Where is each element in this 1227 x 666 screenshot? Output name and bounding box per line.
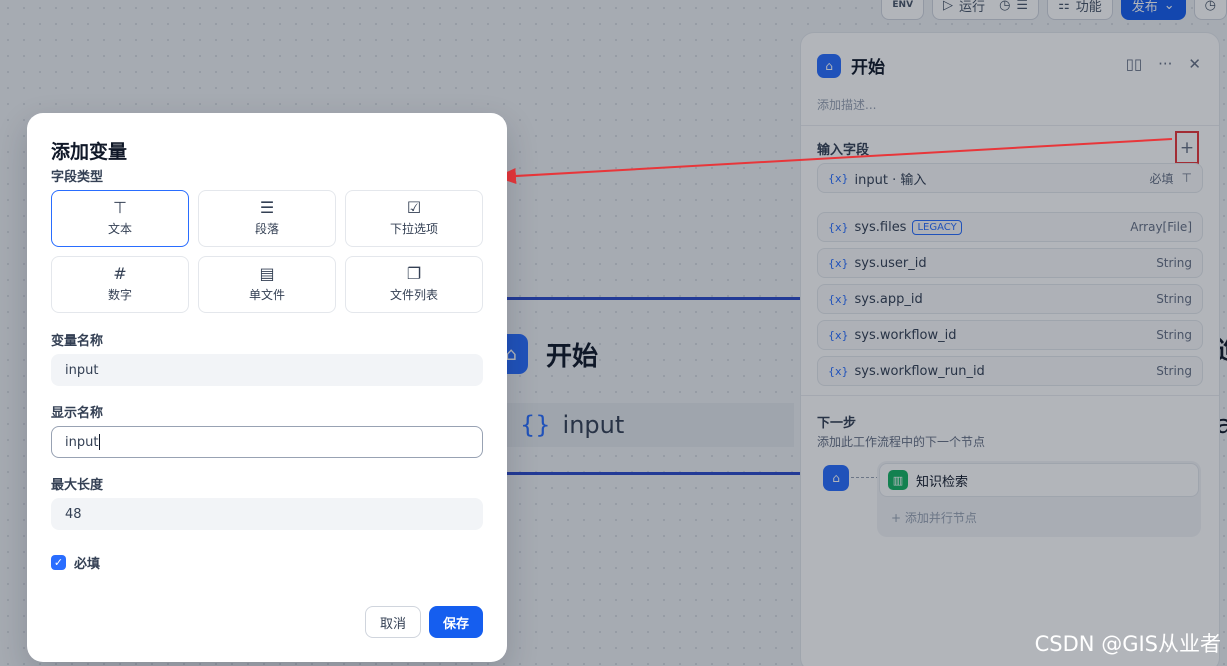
field-type-paragraph[interactable]: ☰ 段落 (198, 190, 336, 247)
field-type-text[interactable]: ⊤ 文本 (51, 190, 189, 247)
add-variable-dialog: 添加变量 字段类型 ⊤ 文本 ☰ 段落 ☑ 下拉选项 # 数字 ▤ 单文件 ❐ … (27, 113, 507, 662)
file-icon: ▤ (259, 264, 275, 283)
required-checkbox-row[interactable]: ✓ 必填 (51, 553, 100, 572)
field-type-number[interactable]: # 数字 (51, 256, 189, 313)
max-length-input[interactable]: 48 (51, 498, 483, 530)
number-icon: # (113, 264, 127, 283)
display-name-label: 显示名称 (51, 406, 104, 421)
text-icon: ⊤ (113, 198, 127, 217)
field-type-label: 字段类型 (51, 170, 104, 185)
field-type-select[interactable]: ☑ 下拉选项 (345, 190, 483, 247)
checkbox-checked-icon[interactable]: ✓ (51, 555, 66, 570)
field-type-file-list[interactable]: ❐ 文件列表 (345, 256, 483, 313)
display-name-input[interactable]: input (51, 426, 483, 458)
field-type-grid: ⊤ 文本 ☰ 段落 ☑ 下拉选项 # 数字 ▤ 单文件 ❐ 文件列表 (51, 190, 483, 313)
watermark: CSDN @GIS从业者 (1034, 632, 1221, 656)
select-icon: ☑ (406, 198, 422, 217)
field-type-single-file[interactable]: ▤ 单文件 (198, 256, 336, 313)
cancel-button[interactable]: 取消 (365, 606, 421, 638)
dialog-title: 添加变量 (51, 141, 128, 163)
max-length-label: 最大长度 (51, 478, 104, 493)
variable-name-input[interactable]: input (51, 354, 483, 386)
save-button[interactable]: 保存 (429, 606, 483, 638)
paragraph-icon: ☰ (259, 198, 275, 217)
variable-name-label: 变量名称 (51, 334, 104, 349)
file-list-icon: ❐ (406, 264, 422, 283)
